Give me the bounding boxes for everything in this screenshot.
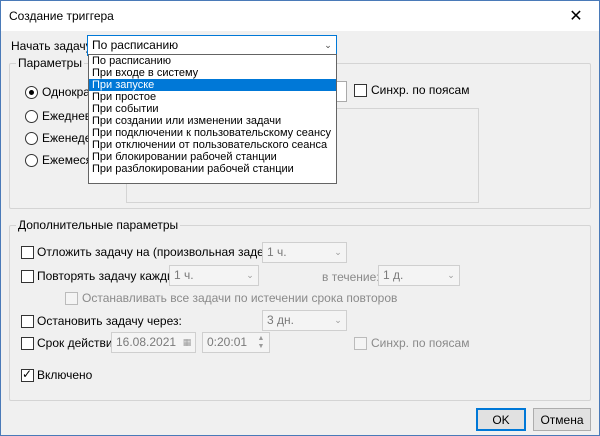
option-on-idle[interactable]: При простое [89, 91, 336, 103]
expire-date-value: 16.08.2021 [116, 335, 177, 349]
stop-all-label: Останавливать все задачи по истечении ср… [82, 291, 398, 305]
chevron-down-icon[interactable]: ⌄ [443, 266, 459, 285]
radio-daily[interactable] [25, 110, 38, 123]
advanced-legend: Дополнительные параметры [16, 218, 181, 232]
chevron-down-icon[interactable]: ⌄ [330, 311, 346, 330]
enabled-checkbox[interactable] [21, 367, 34, 382]
duration-value: 1 д. [383, 268, 404, 282]
expire-time-spinner[interactable]: 0:20:01 ▲ ▼ [202, 332, 270, 353]
option-on-event[interactable]: При событии [89, 103, 336, 115]
option-on-workstation-lock[interactable]: При блокировании рабочей станции [89, 151, 336, 163]
option-by-schedule[interactable]: По расписанию [89, 55, 336, 67]
repeat-checkbox[interactable] [21, 270, 34, 283]
create-trigger-dialog: Создание триггера ✕ Начать задачу: По ра… [0, 0, 600, 436]
duration-label: в течение: [322, 270, 380, 284]
chevron-down-icon[interactable]: ⌄ [320, 36, 336, 55]
radio-weekly[interactable] [25, 132, 38, 145]
calendar-icon[interactable]: ▦ [179, 333, 195, 352]
sync-timezones-checkbox[interactable] [354, 84, 367, 97]
window-title: Создание триггера [9, 9, 114, 23]
expire-sync-label: Синхр. по поясам [371, 336, 470, 350]
expire-checkbox[interactable] [21, 337, 34, 350]
repeat-select[interactable]: 1 ч. ⌄ [169, 265, 259, 286]
option-on-task-create-modify[interactable]: При создании или изменении задачи [89, 115, 336, 127]
radio-once[interactable] [25, 86, 38, 99]
stop-after-label: Остановить задачу через: [37, 314, 182, 328]
delay-select[interactable]: 1 ч. ⌄ [262, 242, 347, 263]
start-task-dropdown-list: По расписанию При входе в систему При за… [88, 54, 337, 184]
option-at-startup[interactable]: При запуске [89, 79, 336, 91]
sync-timezones-label: Синхр. по поясам [371, 83, 470, 97]
close-icon[interactable]: ✕ [553, 1, 599, 31]
option-on-session-disconnect[interactable]: При отключении от пользовательского сеан… [89, 139, 336, 151]
start-task-select[interactable]: По расписанию ⌄ [87, 35, 337, 56]
chevron-down-icon[interactable]: ⌄ [242, 266, 258, 285]
expire-time-value: 0:20:01 [207, 335, 248, 349]
radio-monthly[interactable] [25, 154, 38, 167]
option-at-logon[interactable]: При входе в систему [89, 67, 336, 79]
chevron-down-icon[interactable]: ⌄ [330, 243, 346, 262]
option-on-session-connect[interactable]: При подключении к пользовательскому сеан… [89, 127, 336, 139]
enabled-label: Включено [37, 368, 93, 382]
expire-sync-checkbox[interactable] [354, 337, 367, 350]
delay-value: 1 ч. [267, 245, 287, 259]
title-bar: Создание триггера ✕ [1, 1, 599, 31]
delay-checkbox[interactable] [21, 246, 34, 259]
parameters-legend: Параметры [16, 56, 84, 70]
ok-button[interactable]: OK [476, 408, 526, 431]
repeat-value: 1 ч. [174, 268, 194, 282]
stop-all-checkbox[interactable] [65, 292, 78, 305]
duration-select[interactable]: 1 д. ⌄ [378, 265, 460, 286]
cancel-button[interactable]: Отмена [533, 408, 591, 431]
start-task-value: По расписанию [92, 38, 179, 52]
stop-after-value: 3 дн. [267, 313, 294, 327]
repeat-label: Повторять задачу каждые: [37, 269, 186, 283]
option-on-workstation-unlock[interactable]: При разблокировании рабочей станции [89, 163, 336, 175]
spinner-icon[interactable]: ▲ ▼ [253, 333, 269, 352]
delay-label: Отложить задачу на (произвольная задержк… [37, 245, 299, 259]
expire-label: Срок действия: [37, 336, 123, 350]
date-picker-edge[interactable] [337, 81, 347, 102]
stop-after-select[interactable]: 3 дн. ⌄ [262, 310, 347, 331]
expire-date-picker[interactable]: 16.08.2021 ▦ [111, 332, 196, 353]
stop-after-checkbox[interactable] [21, 315, 34, 328]
start-task-label: Начать задачу: [11, 39, 95, 53]
